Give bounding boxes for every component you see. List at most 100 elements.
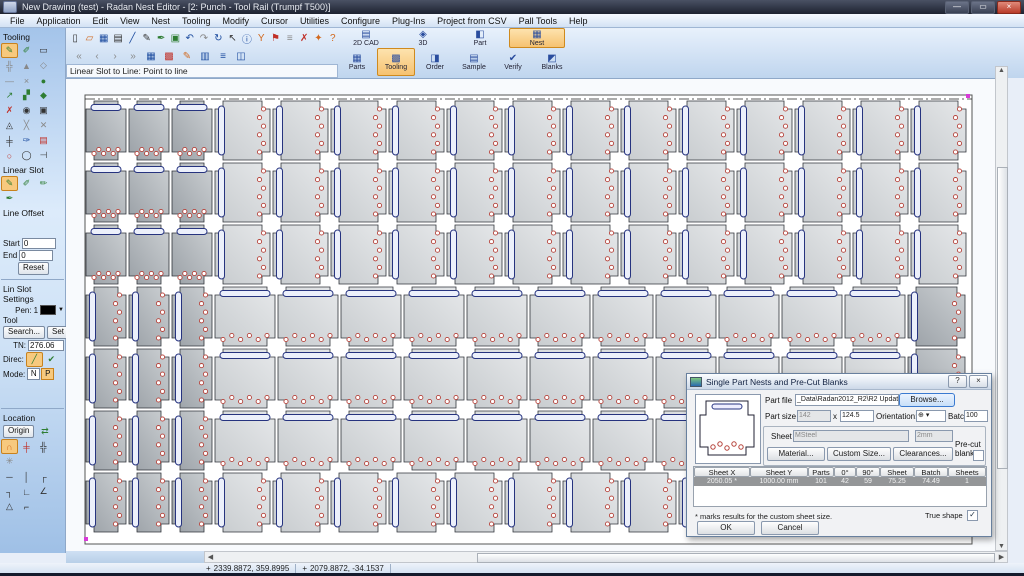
nest-part[interactable]	[215, 349, 275, 408]
mode-option-p[interactable]: P	[41, 368, 54, 380]
nest-part[interactable]	[215, 473, 270, 532]
vertical-scroll-thumb[interactable]	[997, 167, 1008, 469]
nest-part[interactable]	[737, 225, 792, 284]
nest-part[interactable]	[86, 349, 126, 408]
pattern-icon[interactable]: ▤	[35, 133, 52, 148]
menu-pall-tools[interactable]: Pall Tools	[513, 16, 563, 26]
list-icon[interactable]: ≡	[215, 49, 231, 64]
batch-field[interactable]: 100	[964, 410, 988, 422]
slot-chain-icon[interactable]: ✐	[18, 176, 35, 191]
menu-help[interactable]: Help	[563, 16, 594, 26]
hline-icon[interactable]: ─	[1, 469, 18, 484]
clipboard-icon[interactable]: ▣	[169, 31, 181, 46]
menu-configure[interactable]: Configure	[335, 16, 386, 26]
tool-a-icon[interactable]: ▲	[18, 58, 35, 73]
sample-button[interactable]: ▤Sample	[455, 48, 493, 76]
nest-part[interactable]	[505, 101, 560, 160]
open-icon[interactable]: ▱	[83, 31, 95, 46]
nest-part[interactable]	[86, 101, 126, 160]
part-size-x-field[interactable]: 142	[797, 410, 831, 422]
nest-part[interactable]	[593, 287, 653, 346]
nest-part[interactable]	[737, 101, 792, 160]
nest-part[interactable]	[593, 349, 653, 408]
nest-part[interactable]	[278, 287, 338, 346]
orientation-dropdown[interactable]: ⊕ ▾	[916, 410, 946, 422]
tool-d-icon[interactable]: ×	[18, 73, 35, 88]
tooling-button[interactable]: ▩Tooling	[377, 48, 415, 76]
nest-part[interactable]	[795, 101, 850, 160]
mode-option-n[interactable]: N	[27, 368, 40, 380]
table-header[interactable]: Sheet Y	[750, 467, 808, 477]
nest-part[interactable]	[129, 101, 169, 160]
previous-icon[interactable]: ‹	[89, 49, 105, 64]
material-button[interactable]: Material...	[767, 447, 825, 461]
nest-part[interactable]	[129, 349, 169, 408]
selection-handle[interactable]	[84, 537, 88, 541]
nest-part[interactable]	[172, 473, 212, 532]
cluster-icon[interactable]: ╬	[1, 58, 18, 73]
menu-edit[interactable]: Edit	[87, 16, 115, 26]
dialog-close-button[interactable]: ×	[969, 375, 988, 388]
nest-part[interactable]	[467, 411, 527, 470]
redo-icon[interactable]: ↷	[198, 31, 210, 46]
true-shape-checkbox[interactable]: ✓	[967, 510, 978, 521]
sweep-icon[interactable]: ✑	[18, 133, 35, 148]
end-input[interactable]: 0	[19, 250, 53, 261]
nest-part[interactable]	[172, 349, 212, 408]
precut-blank-checkbox[interactable]	[973, 450, 984, 461]
nest-part[interactable]	[86, 225, 126, 284]
nest-part[interactable]	[853, 163, 908, 222]
horizontal-scrollbar[interactable]: ◀ ▶	[204, 551, 1008, 563]
delete-tool-icon[interactable]: ✗	[1, 103, 18, 118]
nest-part[interactable]	[911, 101, 966, 160]
cross-b-icon[interactable]: ✕	[35, 118, 52, 133]
hatch-icon[interactable]: ▞	[18, 88, 35, 103]
draw-line-icon[interactable]: ╱	[126, 31, 138, 46]
tool-b-icon[interactable]: ◇	[35, 58, 52, 73]
nest-part[interactable]	[129, 225, 169, 284]
cad-2d-button[interactable]: ▤2D CAD	[338, 28, 394, 48]
nest-part[interactable]	[215, 101, 270, 160]
flag-icon[interactable]: ⚑	[269, 31, 281, 46]
part-button[interactable]: ◧Part	[452, 28, 508, 48]
corner-icon[interactable]: ◬	[1, 118, 18, 133]
slot-angle-icon[interactable]: ✒	[1, 191, 18, 206]
nest-part[interactable]	[172, 411, 212, 470]
table-delete-icon[interactable]: ▩	[161, 49, 177, 64]
nest-part[interactable]	[530, 411, 590, 470]
ok-button[interactable]: OK	[697, 521, 755, 535]
nest-part[interactable]	[563, 473, 618, 532]
angle-icon[interactable]: ∠	[35, 484, 52, 499]
slot-tool-icon[interactable]: ✎	[1, 43, 18, 58]
nest-part[interactable]	[389, 225, 444, 284]
nest-part[interactable]	[447, 225, 502, 284]
swap-icon[interactable]: ⇄	[36, 424, 53, 439]
menu-cursor[interactable]: Cursor	[255, 16, 294, 26]
nest-part[interactable]	[679, 101, 734, 160]
nest-part[interactable]	[215, 411, 275, 470]
nest-part[interactable]	[278, 411, 338, 470]
close-button[interactable]: ×	[997, 1, 1021, 14]
dialog-title-bar[interactable]: Single Part Nests and Pre-Cut Blanks ? ×	[687, 374, 991, 390]
sheet-material-field[interactable]: MSteel	[793, 430, 909, 442]
vline-icon[interactable]: │	[18, 469, 35, 484]
nest-part[interactable]	[656, 287, 716, 346]
nest-part[interactable]	[273, 101, 328, 160]
perp-icon[interactable]: ∟	[18, 484, 35, 499]
nest-part[interactable]	[129, 163, 169, 222]
nest-part[interactable]	[908, 287, 965, 346]
nest-part[interactable]	[172, 225, 212, 284]
pen-icon[interactable]: ✒	[155, 31, 167, 46]
nest-part[interactable]	[331, 101, 386, 160]
arc-snap-icon[interactable]: ∩	[1, 439, 18, 454]
parts-button[interactable]: ▦Parts	[338, 48, 376, 76]
nest-part[interactable]	[505, 163, 560, 222]
nest-part[interactable]	[530, 287, 590, 346]
user-delete-icon[interactable]: ✗	[298, 31, 310, 46]
nest-part[interactable]	[389, 163, 444, 222]
menu-application[interactable]: Application	[31, 16, 87, 26]
menu-view[interactable]: View	[114, 16, 145, 26]
origin-button[interactable]: Origin	[3, 425, 34, 438]
grid-icon[interactable]: ▥	[197, 49, 213, 64]
divide-icon[interactable]: ╪	[1, 133, 18, 148]
